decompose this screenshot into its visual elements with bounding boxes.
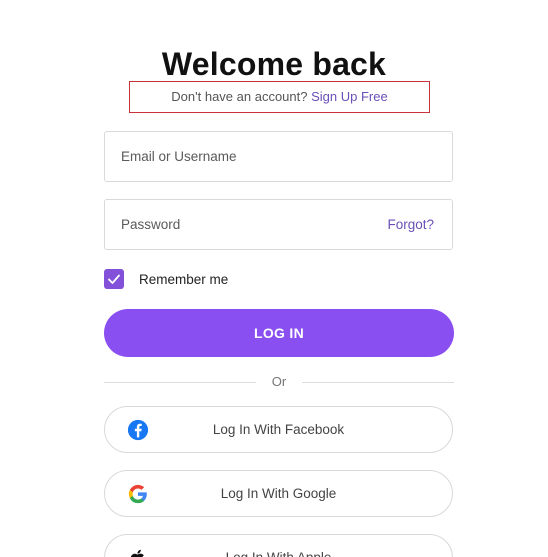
login-button[interactable]: LOG IN xyxy=(104,309,454,357)
remember-me[interactable]: Remember me xyxy=(104,268,228,290)
google-login-label: Log In With Google xyxy=(220,486,337,501)
password-input[interactable] xyxy=(121,200,371,249)
or-divider: Or xyxy=(104,372,454,392)
login-page: Welcome back Don't have an account? Sign… xyxy=(0,0,548,557)
forgot-password-link[interactable]: Forgot? xyxy=(387,200,434,249)
username-field[interactable] xyxy=(104,131,453,182)
signup-link[interactable]: Sign Up Free xyxy=(311,89,388,104)
signup-prompt-text: Don't have an account? xyxy=(171,89,308,104)
apple-login-label: Log In With Apple xyxy=(105,535,452,557)
divider-line-right xyxy=(302,382,454,383)
checkmark-icon xyxy=(108,274,120,284)
username-input[interactable] xyxy=(121,132,371,181)
signup-prompt: Don't have an account? Sign Up Free xyxy=(129,81,430,113)
facebook-login-label: Log In With Facebook xyxy=(212,422,345,437)
facebook-login-button[interactable]: Log In With Facebook xyxy=(104,406,453,453)
remember-me-checkbox[interactable] xyxy=(104,269,124,289)
password-field[interactable]: Forgot? xyxy=(104,199,453,250)
apple-login-button[interactable]: Log In With Apple xyxy=(104,534,453,557)
remember-me-label: Remember me xyxy=(139,271,229,287)
google-login-button[interactable]: Log In With Google xyxy=(104,470,453,517)
